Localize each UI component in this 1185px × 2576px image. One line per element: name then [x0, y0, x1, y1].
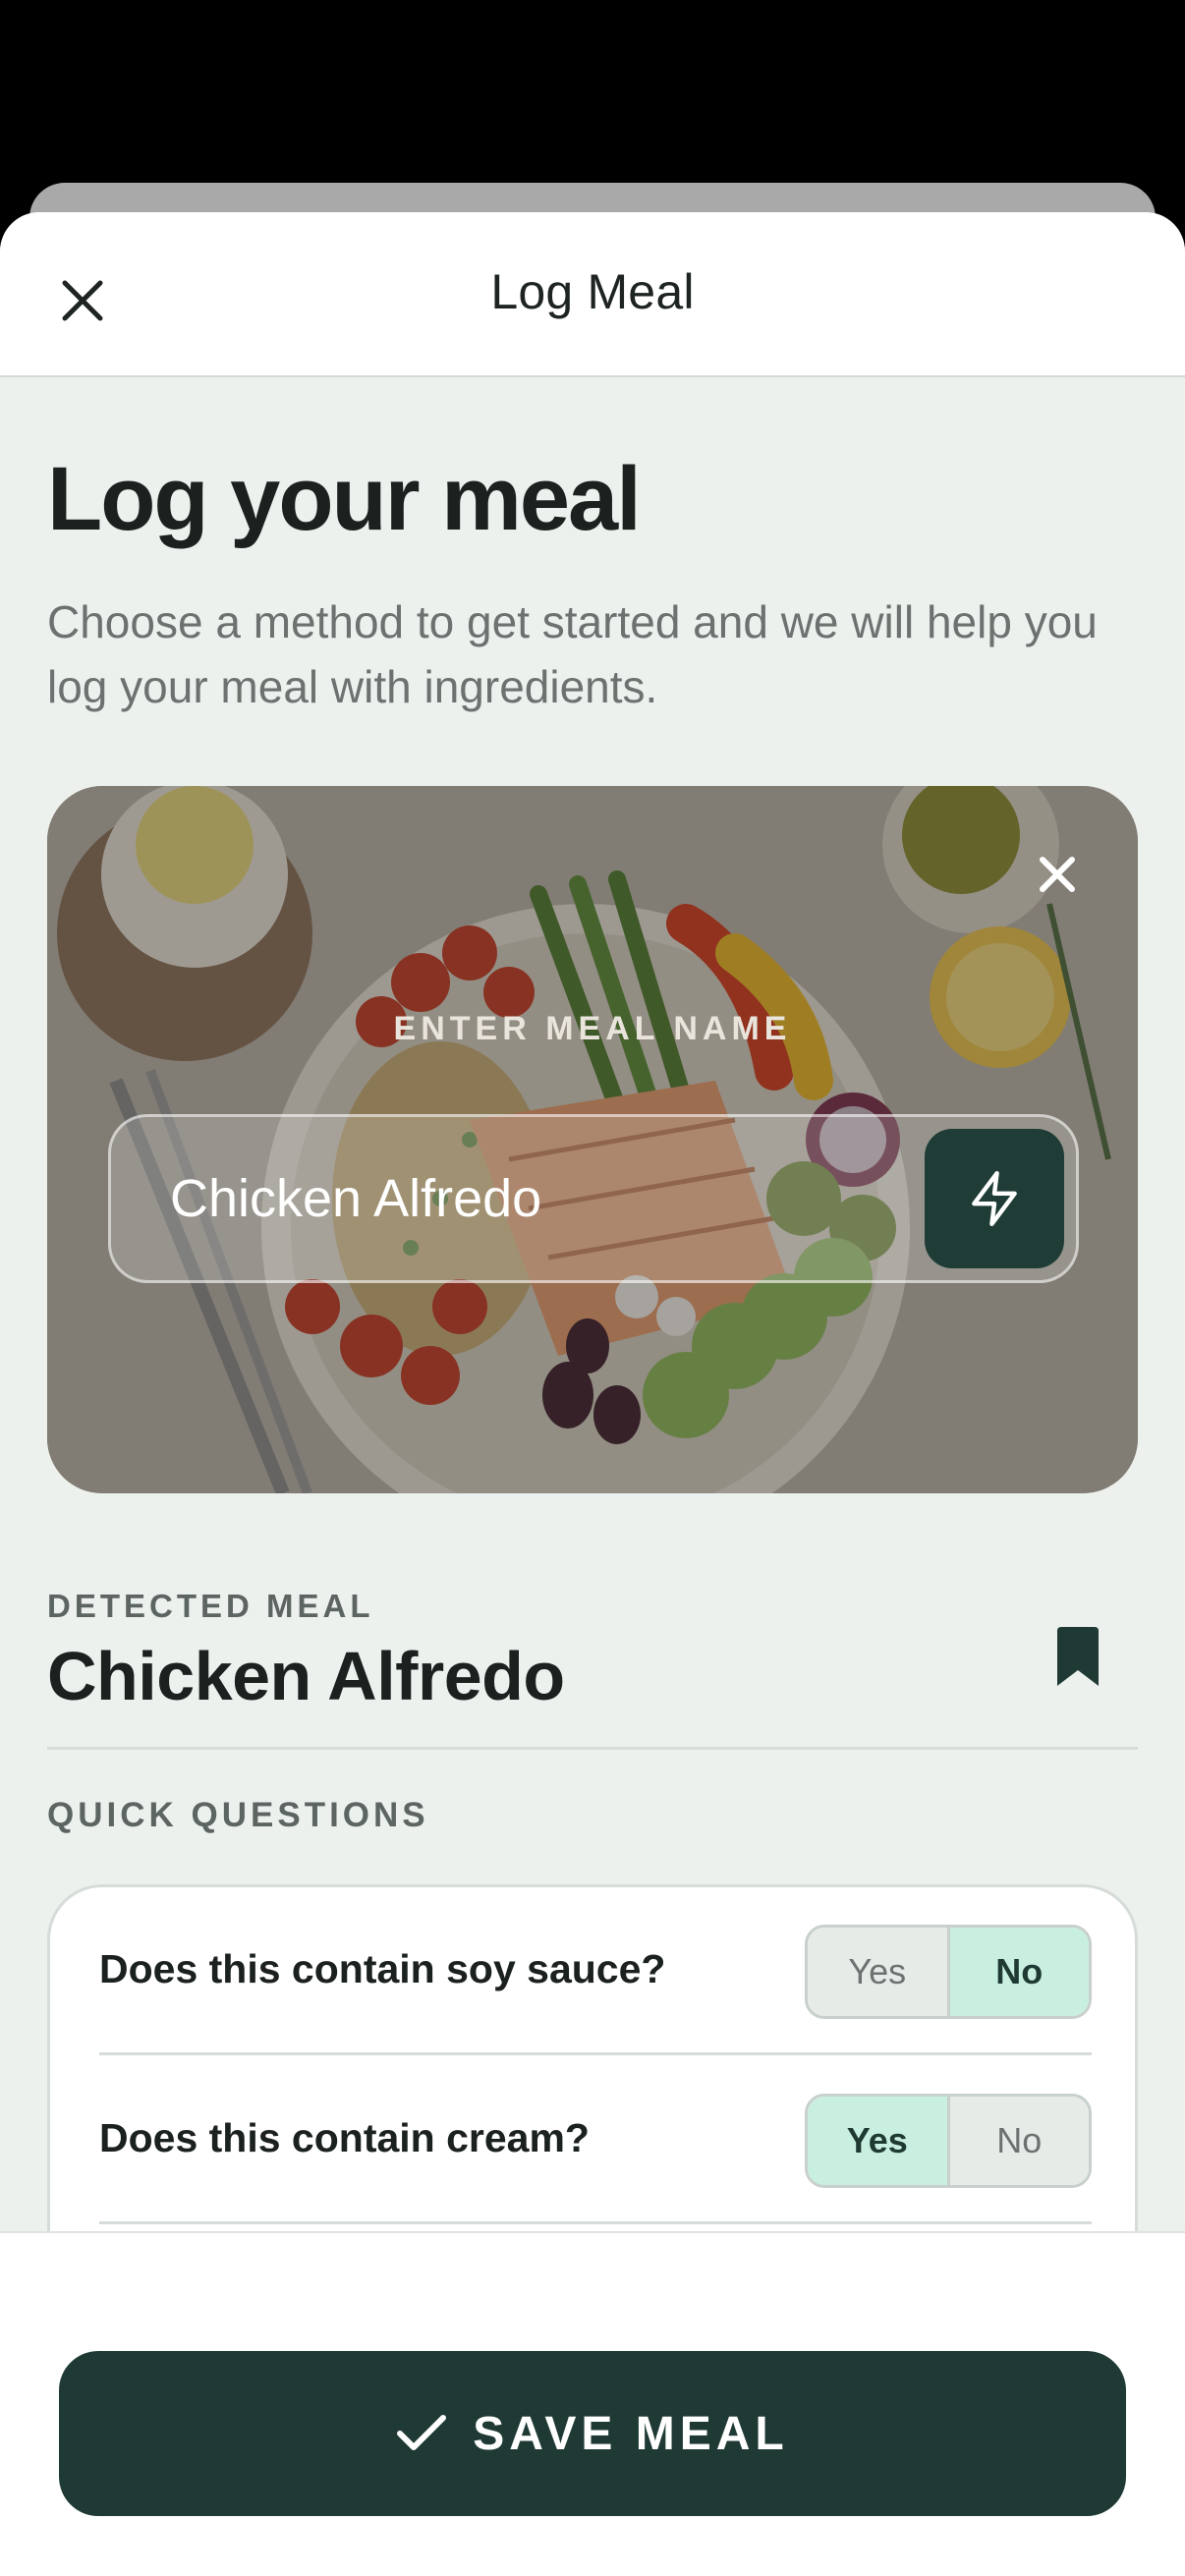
yes-option[interactable]: Yes [808, 2097, 947, 2185]
meal-name-input[interactable]: Chicken Alfredo [108, 1114, 1079, 1283]
meal-name-value[interactable]: Chicken Alfredo [170, 1168, 541, 1229]
remove-photo-button[interactable] [1030, 847, 1085, 902]
no-option[interactable]: No [946, 2097, 1089, 2185]
yes-option[interactable]: Yes [808, 1928, 947, 2016]
quick-questions-label: QUICK QUESTIONS [47, 1796, 429, 1834]
page-subtitle: Choose a method to get started and we wi… [47, 596, 1098, 712]
meal-photo-card: ENTER MEAL NAME Chicken Alfredo [47, 786, 1138, 1493]
bookmark-icon[interactable] [1053, 1627, 1102, 1693]
save-meal-button[interactable]: SAVE MEAL [59, 2351, 1126, 2516]
question-separator [99, 2221, 1092, 2224]
detected-meal-label: DETECTED MEAL [47, 1588, 374, 1624]
save-meal-label: SAVE MEAL [473, 2407, 789, 2460]
meal-name-label: ENTER MEAL NAME [393, 1010, 792, 1047]
question-text: Does this contain cream? [99, 2115, 590, 2160]
yes-no-toggle: Yes No [805, 2094, 1092, 2188]
detected-meal-title: Chicken Alfredo [47, 1638, 565, 1714]
question-row-soy-sauce: Does this contain soy sauce? Yes No [99, 1919, 1092, 2027]
section-divider [47, 1747, 1138, 1750]
lightning-bolt-icon [972, 1170, 1017, 1227]
close-icon [1040, 857, 1075, 892]
question-row-cream: Does this contain cream? Yes No [99, 2088, 1092, 2196]
question-text: Does this contain soy sauce? [99, 1946, 666, 1991]
footer-bar: SAVE MEAL [0, 2231, 1185, 2576]
no-option[interactable]: No [946, 1928, 1089, 2016]
submit-meal-name-button[interactable] [925, 1129, 1064, 1268]
yes-no-toggle: Yes No [805, 1925, 1092, 2019]
sheet-header: Log Meal [0, 212, 1185, 377]
checkmark-icon [397, 2415, 447, 2450]
question-separator [99, 2052, 1092, 2055]
log-meal-sheet: Log Meal Log your meal Choose a method t… [0, 212, 1185, 2576]
page-title: Log your meal [47, 449, 642, 549]
header-title: Log Meal [490, 264, 695, 319]
